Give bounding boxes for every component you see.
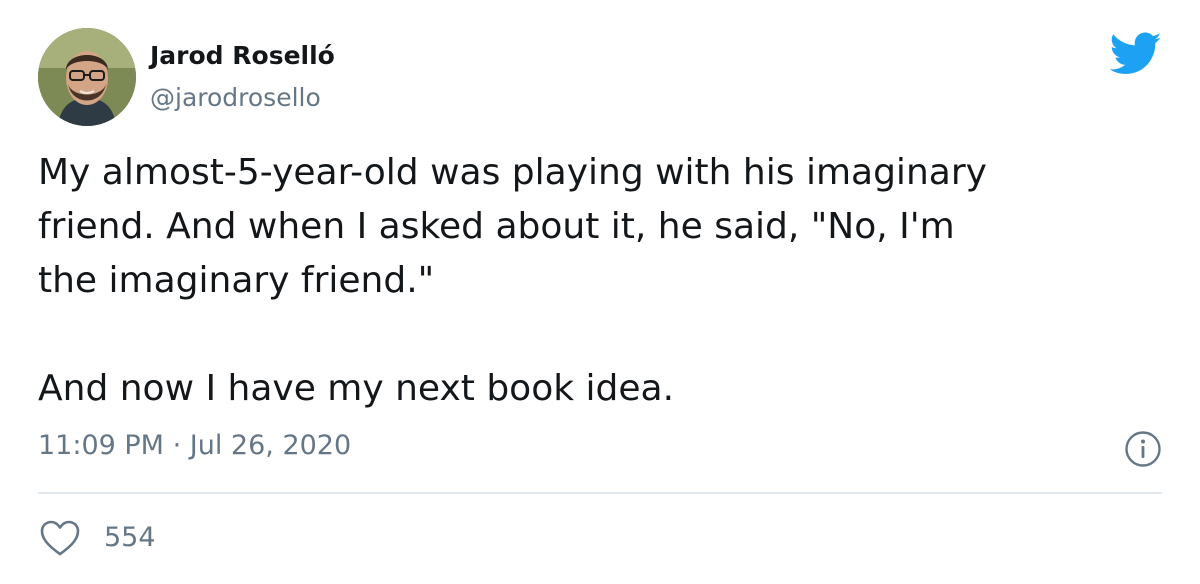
divider — [38, 492, 1162, 494]
timestamp-separator: · — [172, 430, 182, 461]
tweet-date: Jul 26, 2020 — [189, 430, 352, 461]
author-handle[interactable]: @jarodrosello — [150, 82, 321, 114]
tweet-card: Jarod Roselló @jarodrosello My almost-5-… — [0, 0, 1200, 584]
tweet-time: 11:09 PM — [38, 430, 164, 461]
avatar[interactable] — [38, 28, 136, 126]
tweet-text-line: the imaginary friend." — [38, 260, 435, 301]
twitter-bird-icon[interactable] — [1109, 32, 1162, 76]
like-button[interactable]: 554 — [38, 516, 156, 560]
tweet-text-line: friend. And when I asked about it, he sa… — [38, 206, 955, 247]
tweet-timestamp[interactable]: 11:09 PM · Jul 26, 2020 — [38, 428, 351, 464]
tweet-text: My almost-5-year-old was playing with hi… — [38, 146, 1158, 416]
tweet-text-line: My almost-5-year-old was playing with hi… — [38, 152, 987, 193]
like-count: 554 — [104, 522, 156, 553]
info-icon[interactable] — [1124, 430, 1162, 468]
author-name[interactable]: Jarod Roselló — [150, 40, 335, 72]
tweet-text-line: And now I have my next book idea. — [38, 368, 675, 409]
heart-outline-icon — [40, 520, 80, 556]
